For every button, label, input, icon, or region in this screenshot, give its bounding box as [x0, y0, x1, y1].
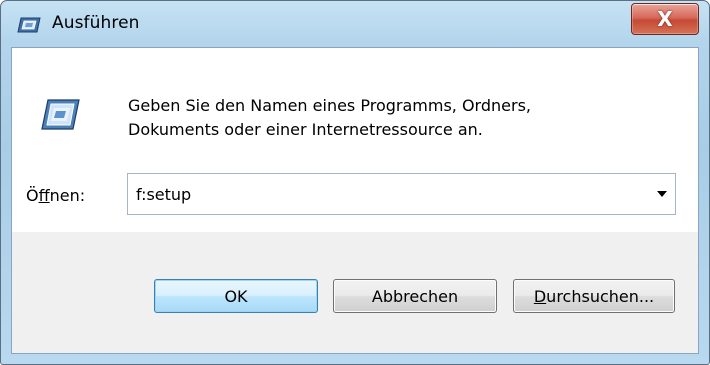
- open-label-accelerator: f: [38, 186, 50, 205]
- browse-accelerator: D: [533, 286, 547, 306]
- dialog-description: Geben Sie den Namen eines Programms, Ord…: [128, 94, 531, 142]
- title-bar[interactable]: Ausführen X: [1, 1, 709, 47]
- run-icon: [40, 98, 80, 132]
- run-icon: [17, 17, 41, 33]
- run-dialog-window: Ausführen X Geben Sie den Namen eines Pr…: [0, 0, 710, 365]
- chevron-down-icon[interactable]: [657, 191, 667, 197]
- ok-button[interactable]: OK: [154, 279, 318, 313]
- description-line-2: Dokuments oder einer Internetressource a…: [128, 120, 483, 139]
- browse-button[interactable]: Durchsuchen...: [513, 279, 675, 313]
- description-line-1: Geben Sie den Namen eines Programms, Ord…: [128, 96, 531, 115]
- browse-label: urchsuchen...: [546, 286, 655, 306]
- open-combobox[interactable]: f:setup: [127, 173, 676, 215]
- open-input[interactable]: f:setup: [136, 185, 191, 204]
- close-button[interactable]: X: [631, 3, 699, 35]
- close-icon: X: [657, 7, 673, 31]
- open-label-suffix: fnen:: [49, 186, 86, 205]
- cancel-button[interactable]: Abbrechen: [333, 279, 497, 313]
- button-area: OK Abbrechen Durchsuchen...: [12, 232, 698, 353]
- dialog-content: Geben Sie den Namen eines Programms, Ord…: [11, 47, 699, 354]
- window-title: Ausführen: [52, 13, 140, 33]
- open-label: Öffnen:: [26, 186, 85, 205]
- open-label-prefix: Ö: [26, 186, 39, 205]
